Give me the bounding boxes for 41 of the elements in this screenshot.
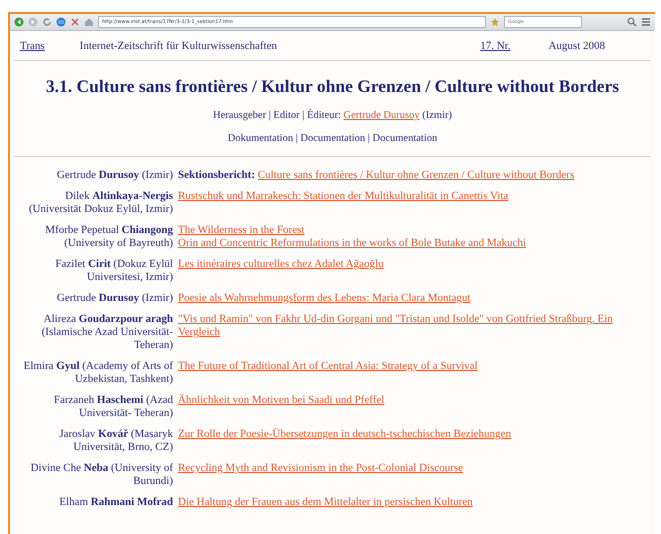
author-name: Elham Rahmani Mofrad bbox=[58, 496, 173, 509]
article-link[interactable]: Les itinéraires culturelles chez Adalet Ağaoğlu bbox=[178, 258, 384, 271]
back-icon[interactable] bbox=[14, 17, 24, 27]
article-link[interactable]: Die Haltung der Frauen aus dem Mittelalter in persischen Kulturen bbox=[178, 496, 473, 509]
author-name: Divine Che Neba (University of Burundi) bbox=[30, 462, 173, 488]
article-link[interactable]: Recycling Myth and Revisionism in the Post-Colonial Discourse bbox=[178, 462, 464, 475]
journal-link[interactable]: Trans bbox=[20, 40, 45, 52]
article-link[interactable]: Zur Rolle der Poesie-Übersetzungen in deutsch-tschechischen Beziehungen bbox=[178, 428, 511, 441]
article-link[interactable]: The Wilderness in the Forest bbox=[178, 224, 304, 237]
author-name: Jaroslav Kovář (Masaryk Universität, Brno, CZ) bbox=[58, 428, 173, 454]
stop-icon[interactable] bbox=[70, 17, 80, 27]
editor-label: Herausgeber | Editor | Éditeur: bbox=[213, 110, 341, 121]
editor-link[interactable]: Gertrude Durusoy bbox=[343, 110, 420, 121]
author-name: Gertrude Durusoy (Izmir) bbox=[56, 292, 173, 305]
author-name: Farzaneh Haschemi (Azad Universität- Teheran) bbox=[52, 394, 173, 420]
article-link[interactable]: "Vis und Ramin" von Fakhr Ud-din Gorgani und "Tristan und Isolde" von Gottfried Straßburg. Ein Vergleich bbox=[178, 313, 645, 339]
article-link[interactable]: Culture sans frontières / Kultur ohne Grenzen / Culture without Borders bbox=[258, 169, 574, 182]
author-name: Dilek Altinkaya-Nergis (Universität Dokuz Eylül, Izmir) bbox=[28, 190, 173, 216]
home-icon[interactable] bbox=[84, 17, 94, 27]
menu-icon[interactable] bbox=[641, 17, 651, 27]
article-link[interactable]: Orin and Concentric Reformulations in the works of Bole Butake and Makuchi bbox=[178, 237, 526, 250]
documentation-label: Dokumentation | Documentation | Documentation bbox=[228, 133, 438, 144]
reload-icon[interactable] bbox=[42, 17, 52, 27]
article-link[interactable]: Poesie als Wahrnehmungsform des Lebens: Maria Clara Montagut bbox=[178, 292, 470, 305]
article-link[interactable]: Rustschuk und Marrakesch: Stationen der Multikulturalität in Canettis Vita bbox=[178, 190, 508, 203]
editor-place: (Izmir) bbox=[422, 110, 452, 121]
author-name: Fazilet Cirit (Dokuz Eylül Universitesi, Izmir) bbox=[54, 258, 173, 284]
article-link[interactable]: The Future of Traditional Art of Central Asia: Strategy of a Survival bbox=[178, 360, 478, 373]
author-name: Alireza Goudarzpour aragh (Islamische Azad Universität-Teheran) bbox=[40, 313, 173, 352]
issue-date: August 2008 bbox=[548, 40, 605, 52]
article-link[interactable]: Ähnlichkeit von Motiven bei Saadi und Pfeffel bbox=[178, 394, 384, 407]
journal-subtitle: Internet-Zeitschrift für Kulturwissenschaften bbox=[80, 40, 278, 52]
author-name: Elmira Gyul (Academy of Arts of Uzbekistan, Tashkent) bbox=[22, 360, 173, 386]
author-name: Gertrude Durusoy (Izmir) bbox=[56, 169, 173, 182]
zoom-icon[interactable] bbox=[627, 17, 637, 27]
page-title: 3.1. Culture sans frontières / Kultur ohne Grenzen / Culture without Borders bbox=[44, 76, 620, 97]
forward-icon[interactable] bbox=[28, 17, 38, 27]
section-label: Sektionsbericht: bbox=[178, 169, 255, 181]
bookmark-icon[interactable] bbox=[490, 17, 500, 27]
author-name: Mforbe Pepetual Chiangong (University of Bayreuth) bbox=[44, 224, 173, 250]
issue-link[interactable]: 17. Nr. bbox=[480, 40, 510, 52]
